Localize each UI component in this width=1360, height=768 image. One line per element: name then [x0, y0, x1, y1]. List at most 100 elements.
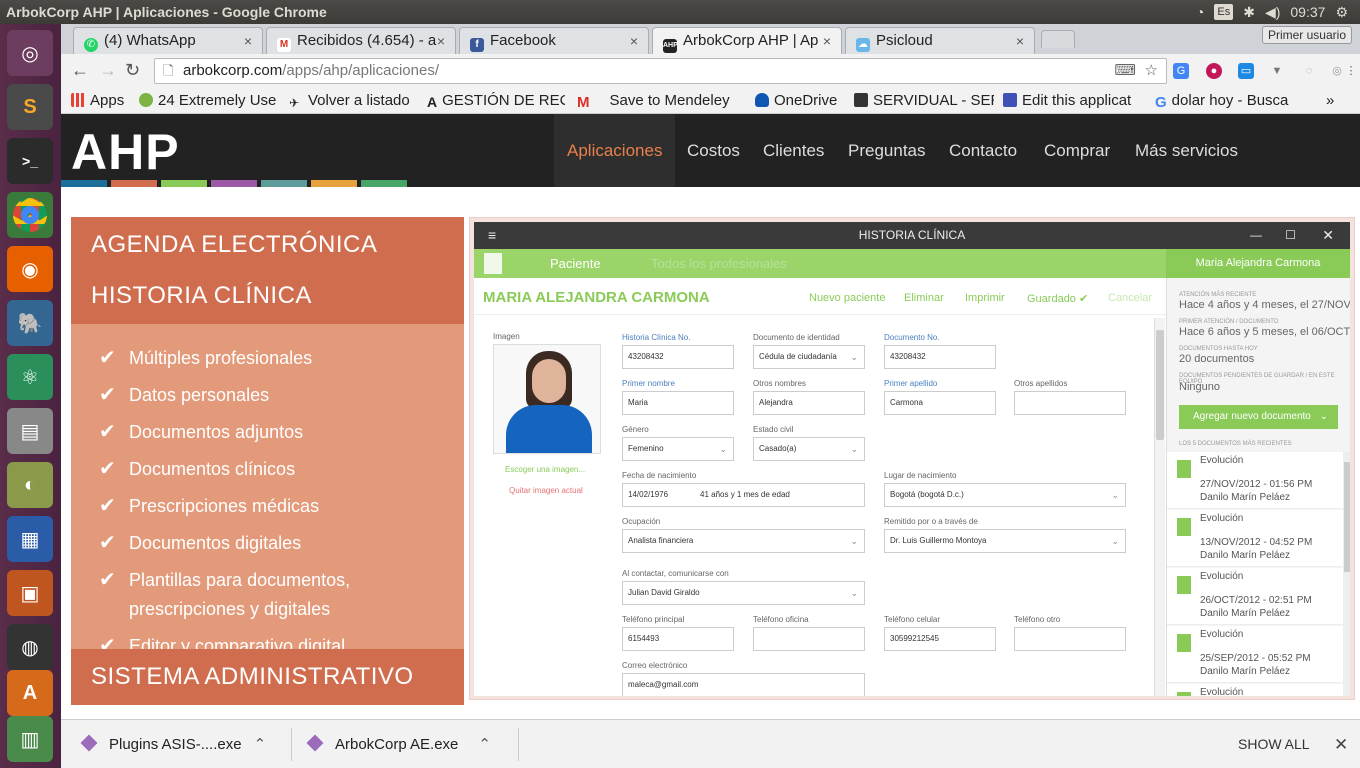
atom-icon[interactable]: ⚛ — [7, 354, 53, 400]
extension-blue-icon[interactable]: ▭ — [1238, 63, 1254, 79]
firefox-icon[interactable]: ◉ — [7, 246, 53, 292]
extension-cast-icon[interactable]: ◌ — [1301, 63, 1317, 79]
wifi-icon[interactable]: ◔ — [1196, 0, 1204, 24]
bookmark-gestion[interactable]: A GESTIÓN DE REC — [427, 91, 565, 111]
genero-select[interactable]: Femenino ⌄ — [622, 437, 734, 461]
new-tab-button[interactable] — [1041, 30, 1075, 48]
telefono-otro-input[interactable] — [1014, 627, 1126, 651]
profile-button[interactable]: Primer usuario — [1261, 26, 1352, 44]
postgresql-icon[interactable]: 🐘 — [7, 300, 53, 346]
primer-nombre-input[interactable]: Maria — [622, 391, 734, 415]
document-item[interactable]: Evolución 26/OCT/2012 - 02:51 PM Danilo Ma… — [1167, 568, 1343, 625]
quitar-imagen-link[interactable]: Quitar imagen actual — [509, 486, 583, 495]
forward-arrow-icon[interactable]: → — [99, 60, 117, 81]
document-item[interactable]: Evolución 27/NOV/2012 - 01:56 PM Danilo Ma… — [1167, 452, 1343, 509]
bookmarks-overflow-button[interactable]: » — [1326, 91, 1334, 111]
otros-apellidos-input[interactable] — [1014, 391, 1126, 415]
nav-contacto[interactable]: Contacto — [936, 114, 1030, 187]
tab-arbokcorp[interactable]: AHP ArbokCorp AHP | Ap × — [652, 27, 842, 54]
agregar-documento-button[interactable]: Agregar nuevo documento ⌄ — [1179, 405, 1338, 429]
close-icon[interactable]: × — [1016, 28, 1024, 54]
reload-icon[interactable]: ↻ — [125, 60, 140, 81]
tab-facebook[interactable]: f Facebook × — [459, 27, 649, 54]
escoger-imagen-link[interactable]: Escoger una imagen... — [505, 465, 585, 474]
estado-civil-select[interactable]: Casado(a) ⌄ — [753, 437, 865, 461]
sistema-administrativo-title[interactable]: SISTEMA ADMINISTRATIVO — [91, 663, 414, 691]
menu-dots-icon[interactable]: ⋮ — [1343, 63, 1359, 79]
ubuntu-dash-icon[interactable]: ◎ — [7, 30, 53, 76]
hamburger-menu-icon[interactable]: ≡ — [488, 222, 496, 249]
extension-circle-icon[interactable]: ● — [1206, 63, 1222, 79]
document-item[interactable]: Evolución — [1167, 684, 1343, 696]
telefono-principal-input[interactable]: 6154493 — [622, 627, 734, 651]
chevron-up-icon[interactable]: ⌃ — [254, 736, 267, 753]
bookmark-volver-listado[interactable]: ✈ Volver a listado — [289, 91, 419, 111]
nav-aplicaciones[interactable]: Aplicaciones — [554, 114, 676, 187]
scrollbar-thumb[interactable] — [1156, 330, 1164, 440]
eliminar-button[interactable]: Eliminar — [904, 292, 944, 304]
bookmark-edit-applicat[interactable]: Edit this applicat — [1003, 91, 1151, 111]
writer-icon[interactable]: ▦ — [7, 516, 53, 562]
correo-input[interactable]: maleca@gmail.com — [622, 673, 865, 696]
nav-mas-servicios[interactable]: Más servicios — [1122, 114, 1251, 187]
sublime-text-icon[interactable]: S — [7, 84, 53, 130]
bookmark-servidual[interactable]: SERVIDUAL - SER — [854, 91, 994, 111]
maximize-icon[interactable]: ☐ — [1285, 222, 1296, 249]
historia-input[interactable]: 43208432 — [622, 345, 734, 369]
close-icon[interactable]: ✕ — [1334, 720, 1348, 768]
remitido-select[interactable]: Dr. Luis Guillermo Montoya ⌄ — [884, 529, 1126, 553]
close-icon[interactable]: ✕ — [1322, 222, 1334, 249]
scrollbar-thumb[interactable] — [1344, 462, 1350, 572]
software-center-icon[interactable]: A — [7, 670, 53, 716]
nuevo-paciente-button[interactable]: Nuevo paciente — [809, 292, 885, 304]
bookmark-star-icon[interactable]: ☆ — [1145, 59, 1158, 83]
impress-icon[interactable]: ▣ — [7, 570, 53, 616]
download-item-plugins[interactable]: Plugins ASIS-....exe ⌃ — [80, 720, 267, 768]
minimize-icon[interactable]: — — [1250, 222, 1262, 249]
cancelar-button[interactable]: Cancelar — [1108, 292, 1152, 304]
telefono-oficina-input[interactable] — [753, 627, 865, 651]
telefono-celular-input[interactable]: 30599212545 — [884, 627, 996, 651]
system-monitor-icon[interactable]: ◐ — [7, 462, 53, 508]
nav-clientes[interactable]: Clientes — [750, 114, 837, 187]
site-logo[interactable]: AHP — [71, 124, 180, 180]
nav-preguntas[interactable]: Preguntas — [835, 114, 939, 187]
document-item[interactable]: Evolución 25/SEP/2012 - 05:52 PM Danilo Ma… — [1167, 626, 1343, 683]
clock[interactable]: 09:37 — [1290, 0, 1325, 24]
power-gear-icon[interactable]: ⚙ — [1335, 0, 1348, 24]
document-item[interactable]: Evolución 13/NOV/2012 - 04:52 PM Danilo Ma… — [1167, 510, 1343, 567]
tab-paciente[interactable]: Paciente — [550, 249, 601, 278]
download-item-arbokcorp[interactable]: ArbokCorp AE.exe ⌃ — [306, 720, 491, 768]
tab-whatsapp[interactable]: ✆ (4) WhatsApp × — [73, 27, 263, 54]
files-icon[interactable]: ▤ — [7, 408, 53, 454]
tab-gmail[interactable]: M Recibidos (4.654) - a × — [266, 27, 456, 54]
volume-icon[interactable]: ◀) — [1265, 0, 1280, 24]
lugar-nacimiento-select[interactable]: Bogotá (bogotá D.c.) ⌄ — [884, 483, 1126, 507]
agenda-title[interactable]: AGENDA ELECTRÓNICA — [91, 231, 377, 259]
address-bar[interactable]: 🗋 arbokcorp.com/apps/ahp/aplicaciones/ ⌨… — [154, 58, 1167, 84]
obs-icon[interactable]: ◍ — [7, 624, 53, 670]
close-icon[interactable]: × — [823, 28, 831, 54]
show-all-button[interactable]: SHOW ALL — [1238, 720, 1310, 768]
back-arrow-icon[interactable]: ← — [71, 60, 89, 81]
keyboard-language-indicator[interactable]: Es — [1214, 4, 1234, 20]
close-icon[interactable]: × — [244, 28, 252, 54]
chrome-icon[interactable] — [7, 192, 53, 238]
extension-filter-icon[interactable]: ▼ — [1269, 63, 1285, 79]
list-scrollbar[interactable] — [1343, 452, 1350, 696]
bookmark-apps[interactable]: Apps — [71, 91, 141, 111]
calc-icon[interactable]: ▥ — [7, 716, 53, 762]
historia-title[interactable]: HISTORIA CLÍNICA — [91, 282, 312, 310]
bookmark-24-extremely[interactable]: 24 Extremely Use — [139, 91, 276, 111]
nav-comprar[interactable]: Comprar — [1031, 114, 1123, 187]
extension-translate-icon[interactable]: G — [1173, 63, 1189, 79]
close-icon[interactable]: × — [630, 28, 638, 54]
tab-psicloud[interactable]: ☁ Psicloud × — [845, 27, 1035, 54]
nav-costos[interactable]: Costos — [674, 114, 753, 187]
bookmark-mendeley[interactable]: M Save to Mendeley — [577, 91, 742, 111]
close-icon[interactable]: × — [437, 28, 445, 54]
contactar-select[interactable]: Julian David Giraldo ⌄ — [622, 581, 865, 605]
documento-select[interactable]: Cédula de ciudadanía ⌄ — [753, 345, 865, 369]
otros-nombres-input[interactable]: Alejandra — [753, 391, 865, 415]
terminal-icon[interactable]: >_ — [7, 138, 53, 184]
